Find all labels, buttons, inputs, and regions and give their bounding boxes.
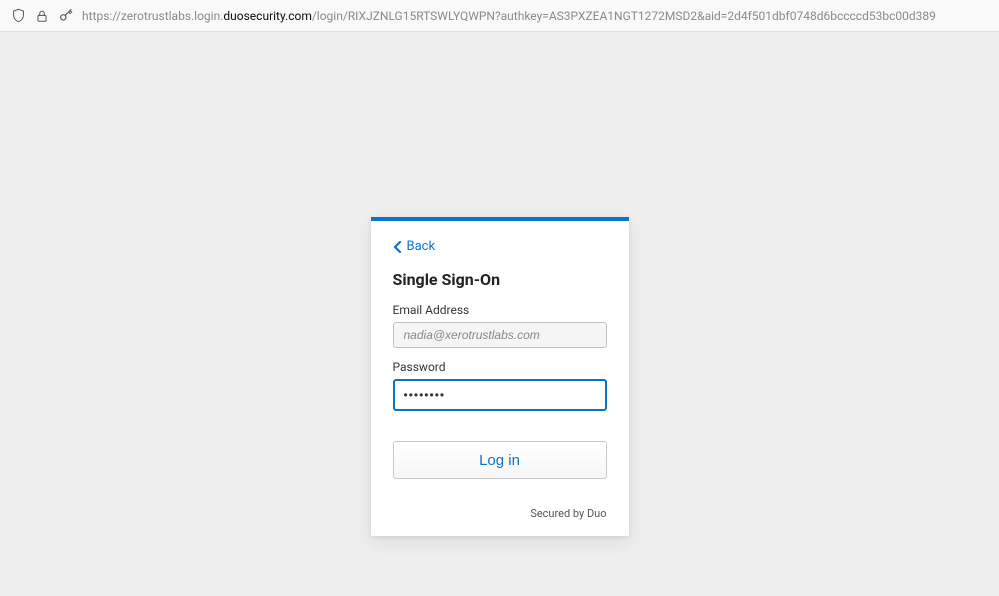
- email-field[interactable]: [393, 322, 607, 348]
- shield-icon[interactable]: [10, 8, 26, 24]
- login-card: Back Single Sign-On Email Address Passwo…: [371, 217, 629, 536]
- browser-address-bar: https://zerotrustlabs.login.duosecurity.…: [0, 0, 999, 32]
- password-label: Password: [393, 360, 607, 374]
- back-label: Back: [407, 239, 436, 254]
- url-display[interactable]: https://zerotrustlabs.login.duosecurity.…: [82, 9, 989, 23]
- email-field-group: Email Address: [393, 303, 607, 348]
- key-icon[interactable]: [58, 8, 74, 24]
- lock-icon[interactable]: [34, 8, 50, 24]
- back-button[interactable]: Back: [393, 239, 607, 254]
- login-button[interactable]: Log in: [393, 441, 607, 479]
- page-background: Back Single Sign-On Email Address Passwo…: [0, 32, 999, 596]
- url-prefix: https://zerotrustlabs.login.: [82, 9, 223, 23]
- chevron-left-icon: [393, 241, 403, 253]
- password-field[interactable]: [393, 379, 607, 411]
- url-domain: duosecurity.com: [223, 9, 311, 23]
- email-label: Email Address: [393, 303, 607, 317]
- password-field-group: Password: [393, 360, 607, 411]
- secured-by-text: Secured by Duo: [393, 507, 607, 520]
- page-title: Single Sign-On: [393, 270, 607, 289]
- url-suffix: /login/RIXJZNLG15RTSWLYQWPN?authkey=AS3P…: [312, 9, 936, 23]
